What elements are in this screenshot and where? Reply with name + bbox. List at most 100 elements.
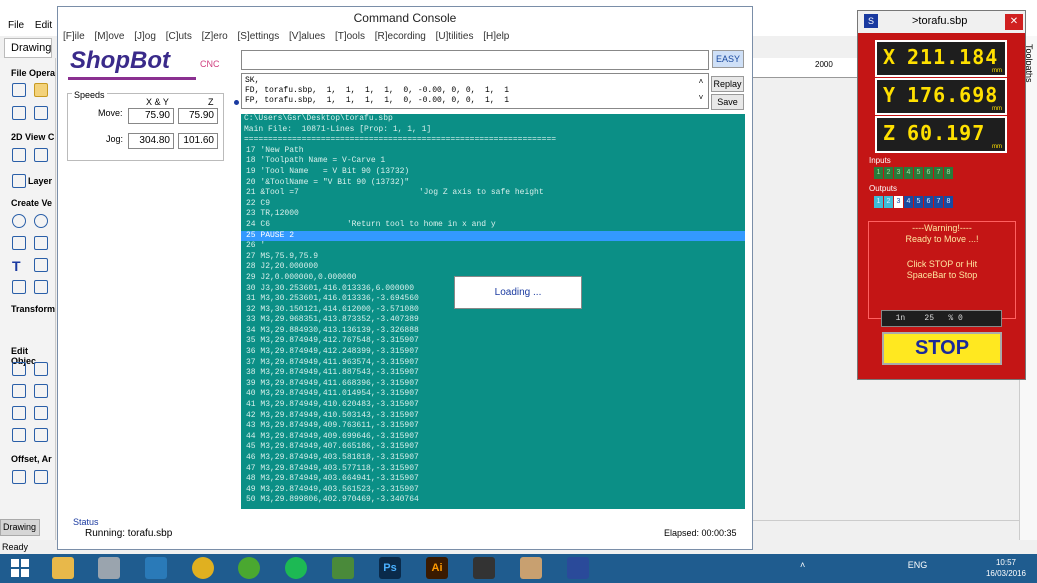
command-history[interactable]: SK, FD, torafu.sbp, 1, 1, 1, 1, 0, -0.00,… [241,73,709,109]
utorrent-icon[interactable] [238,557,260,579]
app-icon[interactable] [98,557,120,579]
text-icon[interactable]: T [12,258,26,274]
illustrator-icon[interactable]: Ai [426,557,448,579]
drawing-tab[interactable]: Drawing [4,38,52,58]
menu-jog[interactable]: [J]og [134,31,156,42]
code-line[interactable]: 24 C6 'Return tool to home in x and y [241,220,745,231]
chevron-up-icon[interactable]: ˄ [800,560,805,570]
menu-file[interactable]: [F]ile [63,31,85,42]
horizontal-scrollbar[interactable] [753,520,1019,536]
code-line[interactable]: 45 M3,29.874949,407.665186,-3.315907 [241,442,745,453]
code-line[interactable]: 26 ' [241,241,745,252]
code-line[interactable]: 46 M3,29.874949,403.581818,-3.315907 [241,453,745,464]
chrome-icon[interactable] [192,557,214,579]
file-listing[interactable]: C:\Users\Gsr\Desktop\torafu.sbp Main Fil… [241,114,745,509]
move-icon[interactable] [34,384,48,398]
fillet-icon[interactable] [34,470,48,484]
tray-language[interactable]: ENG [908,560,928,570]
system-tray[interactable]: ˄ ENG [800,560,960,576]
code-line[interactable]: 40 M3,29.874949,411.014954,-3.315907 [241,389,745,400]
join-icon[interactable] [34,406,48,420]
move-xy-field[interactable]: 75.90 [128,108,174,124]
windows-start-icon[interactable] [10,558,30,578]
menu-help[interactable]: [H]elp [483,31,509,42]
code-line[interactable]: 18 'Toolpath Name = V-Carve 1 [241,156,745,167]
code-line[interactable]: 27 MS,75.9,75.9 [241,252,745,263]
layers-icon[interactable] [12,174,26,188]
menu-tools[interactable]: [T]ools [335,31,365,42]
node-edit-icon[interactable] [34,362,48,376]
chevron-up-icon[interactable]: ˄ [694,74,708,90]
code-line[interactable]: 48 M3,29.874949,403.664941,-3.315907 [241,474,745,485]
code-line[interactable]: 43 M3,29.874949,409.763611,-3.315907 [241,421,745,432]
new-file-icon[interactable] [12,83,26,97]
replay-button[interactable]: Replay [711,76,744,92]
close-icon[interactable]: ✕ [1005,14,1023,30]
photos-icon[interactable] [332,557,354,579]
curve-icon[interactable] [34,280,48,294]
code-line[interactable]: 39 M3,29.874949,411.668396,-3.315907 [241,379,745,390]
jog-z-field[interactable]: 101.60 [178,133,218,149]
spotify-icon[interactable] [285,557,307,579]
code-line[interactable]: 22 C9 [241,199,745,210]
taskbar-clock[interactable]: 10:57 16/03/2016 [978,557,1034,579]
code-line[interactable]: 44 M3,29.874949,409.699646,-3.315907 [241,432,745,443]
menu-recording[interactable]: [R]ecording [375,31,426,42]
code-line[interactable]: 17 'New Path [241,146,745,157]
code-line[interactable]: 35 M3,29.874949,412.767548,-3.315907 [241,336,745,347]
app-icon[interactable] [473,557,495,579]
code-line[interactable]: 49 M3,29.874949,403.561523,-3.315907 [241,485,745,496]
shopbot-icon[interactable] [567,557,589,579]
code-line[interactable]: 38 M3,29.874949,411.887543,-3.315907 [241,368,745,379]
code-line[interactable]: 21 &Tool =7 'Jog Z axis to safe height [241,188,745,199]
zoom-icon[interactable] [34,148,48,162]
text-box-icon[interactable] [34,258,48,272]
code-line[interactable]: 20 '&ToolName = "V Bit 90 (13732)" [241,178,745,189]
import-icon[interactable] [12,106,26,120]
code-line[interactable]: 25 PAUSE 2 [241,230,745,242]
arc-icon[interactable] [34,236,48,250]
chevron-down-icon[interactable]: ˅ [694,90,708,106]
command-input[interactable] [241,50,709,70]
menu-file[interactable]: File [8,20,24,31]
menu-zero[interactable]: [Z]ero [202,31,228,42]
group-icon[interactable] [12,428,26,442]
code-line[interactable]: 23 TR,12000 [241,209,745,220]
history-scrollbar[interactable]: ˄ ˅ [694,74,708,108]
menu-settings[interactable]: [S]ettings [238,31,280,42]
vcarve-icon[interactable] [520,557,542,579]
file-explorer-icon[interactable] [52,557,74,579]
code-line[interactable]: 28 J2,20.000000 [241,262,745,273]
code-line[interactable]: 41 M3,29.874949,410.620483,-3.315907 [241,400,745,411]
code-line[interactable]: 42 M3,29.874949,410.503143,-3.315907 [241,411,745,422]
move-z-field[interactable]: 75.90 [178,108,218,124]
app-icon[interactable] [145,557,167,579]
menu-values[interactable]: [V]alues [289,31,325,42]
code-line[interactable]: 37 M3,29.874949,411.963574,-3.315907 [241,358,745,369]
offset-icon[interactable] [12,470,26,484]
photoshop-icon[interactable]: Ps [379,557,401,579]
menu-move[interactable]: [M]ove [94,31,124,42]
jog-xy-field[interactable]: 304.80 [128,133,174,149]
menu-utilities[interactable]: [U]tilities [436,31,474,42]
open-folder-icon[interactable] [34,83,48,97]
save-button[interactable]: Save [711,94,744,110]
stop-button[interactable]: STOP [882,332,1002,365]
trim-icon[interactable] [12,406,26,420]
node-icon[interactable] [12,280,26,294]
code-line[interactable]: 33 M3,29.968351,413.873352,-3.407389 [241,315,745,326]
code-line[interactable]: 34 M3,29.884930,413.136139,-3.326888 [241,326,745,337]
code-line[interactable]: 36 M3,29.874949,412.248399,-3.315907 [241,347,745,358]
ungroup-icon[interactable] [34,428,48,442]
transform-icon[interactable] [12,384,26,398]
code-line[interactable]: 47 M3,29.874949,403.577118,-3.315907 [241,464,745,475]
polyline-icon[interactable] [12,236,26,250]
menu-cuts[interactable]: [C]uts [166,31,192,42]
move-view-icon[interactable] [12,148,26,162]
code-line[interactable]: 19 'Tool Name = V Bit 90 (13732) [241,167,745,178]
export-icon[interactable] [34,106,48,120]
ellipse-icon[interactable] [34,214,48,228]
circle-icon[interactable] [12,214,26,228]
bottom-drawing-tab[interactable]: Drawing [0,519,40,536]
select-icon[interactable] [12,362,26,376]
